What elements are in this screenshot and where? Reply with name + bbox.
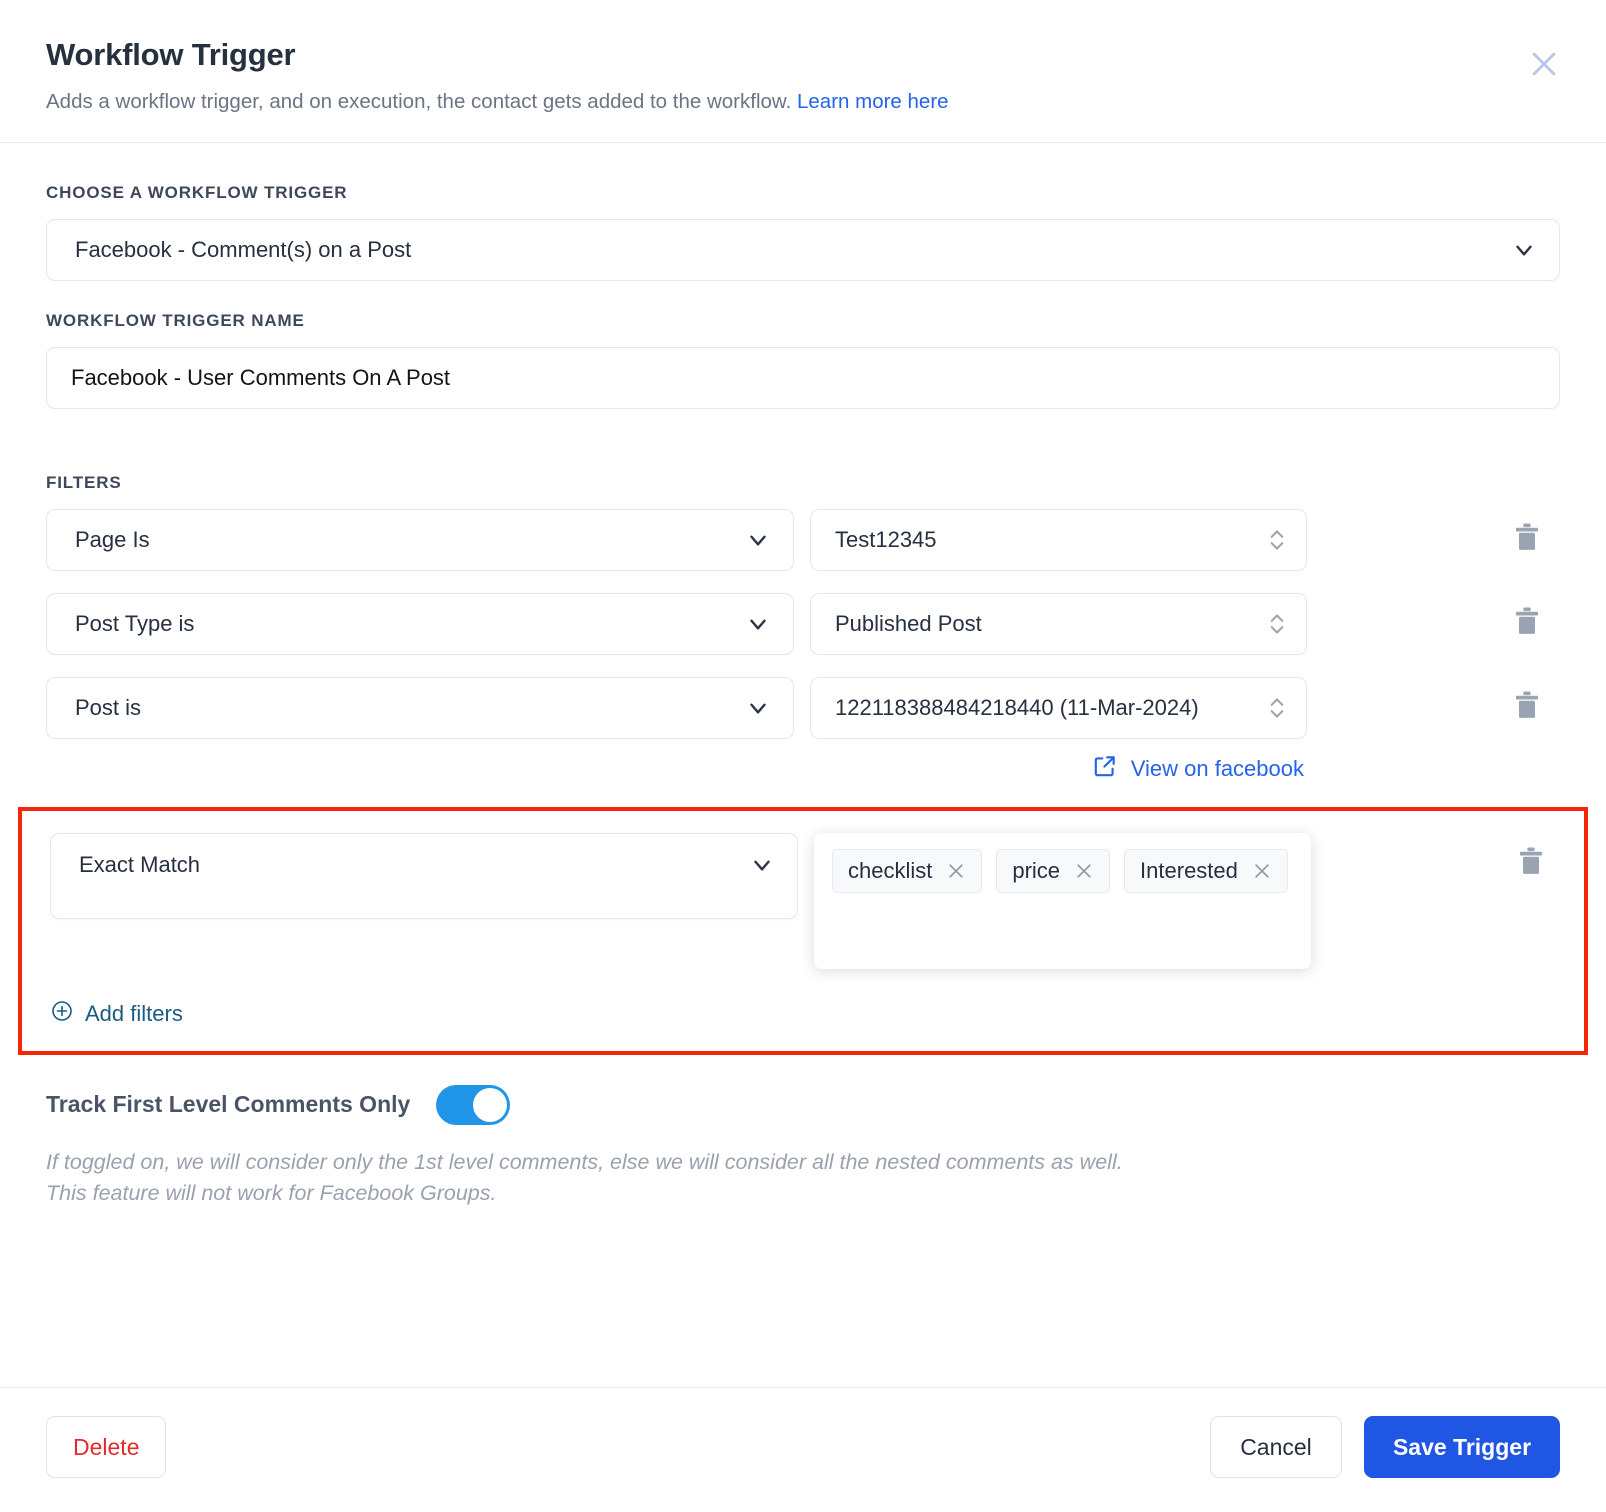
modal-footer: Delete Cancel Save Trigger [0,1387,1606,1512]
track-first-level-helper: If toggled on, we will consider only the… [46,1147,1446,1209]
track-first-level-section: Track First Level Comments Only If toggl… [46,1085,1560,1219]
trigger-name-input[interactable] [46,347,1560,409]
workflow-trigger-modal: Workflow Trigger Adds a workflow trigger… [0,0,1606,1512]
tag-chip: checklist [832,849,982,893]
filters-label: FILTERS [46,473,1560,493]
delete-button[interactable]: Delete [46,1416,166,1478]
exact-match-key-value: Exact Match [79,852,739,878]
filter-key-select[interactable]: Page Is [46,509,794,571]
exact-match-key-shell: Exact Match [50,833,798,919]
close-icon [1527,47,1561,81]
trash-icon [1512,605,1542,642]
track-first-level-toggle[interactable] [436,1085,510,1125]
tag-label: Interested [1140,859,1238,883]
modal-header: Workflow Trigger Adds a workflow trigger… [0,0,1606,143]
choose-trigger-label: CHOOSE A WORKFLOW TRIGGER [46,183,1560,203]
exact-match-key-select[interactable]: Exact Match [51,834,797,896]
tag-chip: Interested [1124,849,1288,893]
stepper-icon[interactable] [1266,691,1288,725]
delete-filter-button[interactable] [1505,509,1549,571]
filter-key-select[interactable]: Post Type is [46,593,794,655]
delete-filter-button[interactable] [1505,593,1549,655]
filter-row: Post Type is Published Post [46,593,1560,655]
trash-icon [1516,845,1546,882]
chevron-down-icon [745,527,771,553]
view-on-facebook-label: View on facebook [1131,756,1304,782]
page-title: Workflow Trigger [46,38,1560,72]
learn-more-link[interactable]: Learn more here [797,90,949,113]
close-icon[interactable] [1074,861,1094,881]
exact-match-highlight: Exact Match checklist [18,807,1588,1055]
tag-chip: price [996,849,1110,893]
close-icon[interactable] [946,861,966,881]
close-icon[interactable] [1252,861,1272,881]
filter-value-text: Published Post [835,611,1254,637]
trigger-type-value: Facebook - Comment(s) on a Post [75,237,1501,263]
modal-body: CHOOSE A WORKFLOW TRIGGER Facebook - Com… [0,143,1606,1387]
add-filters-label: Add filters [85,1001,183,1027]
toggle-knob [473,1088,507,1122]
filter-value-text: 122118388484218440 (11-Mar-2024) [835,693,1254,723]
filter-key-value: Page Is [75,527,735,553]
delete-filter-button[interactable] [1509,833,1553,895]
chevron-down-icon [745,695,771,721]
filter-key-select[interactable]: Post is [46,677,794,739]
external-link-icon [1092,753,1118,785]
save-trigger-button[interactable]: Save Trigger [1364,1416,1560,1478]
filter-value-text: Test12345 [835,527,1254,553]
trash-icon [1512,521,1542,558]
exact-match-row: Exact Match checklist [50,833,1556,969]
filter-value-select[interactable]: 122118388484218440 (11-Mar-2024) [810,677,1307,739]
track-first-level-label: Track First Level Comments Only [46,1091,410,1118]
modal-subtitle-text: Adds a workflow trigger, and on executio… [46,90,791,113]
chevron-down-icon [745,611,771,637]
modal-subtitle: Adds a workflow trigger, and on executio… [46,88,1560,116]
filter-value-select[interactable]: Test12345 [810,509,1307,571]
helper-line-1: If toggled on, we will consider only the… [46,1147,1446,1178]
filter-value-select[interactable]: Published Post [810,593,1307,655]
trigger-name-label: WORKFLOW TRIGGER NAME [46,311,1560,331]
exact-match-key-wrapper: Exact Match [50,833,798,919]
filter-row: Page Is Test12345 [46,509,1560,571]
filter-key-value: Post is [75,695,735,721]
tag-label: checklist [848,859,932,883]
view-on-facebook-row: View on facebook [46,753,1560,785]
filter-row: Post is 122118388484218440 (11-Mar-2024) [46,677,1560,739]
tag-label: price [1012,859,1060,883]
view-on-facebook-link[interactable]: View on facebook [810,753,1307,785]
trigger-type-select[interactable]: Facebook - Comment(s) on a Post [46,219,1560,281]
close-button[interactable] [1524,44,1564,84]
cancel-button[interactable]: Cancel [1210,1416,1342,1478]
filter-key-value: Post Type is [75,611,735,637]
helper-line-2: This feature will not work for Facebook … [46,1178,1446,1209]
trash-icon [1512,689,1542,726]
stepper-icon[interactable] [1266,523,1288,557]
chevron-down-icon [749,852,775,878]
toggle-row: Track First Level Comments Only [46,1085,1560,1125]
stepper-icon[interactable] [1266,607,1288,641]
plus-circle-icon [50,999,74,1029]
exact-match-tag-panel[interactable]: checklist price [814,833,1311,969]
footer-actions: Cancel Save Trigger [1210,1416,1560,1478]
delete-filter-button[interactable] [1505,677,1549,739]
add-filters-button[interactable]: Add filters [50,999,183,1029]
chevron-down-icon [1511,237,1537,263]
